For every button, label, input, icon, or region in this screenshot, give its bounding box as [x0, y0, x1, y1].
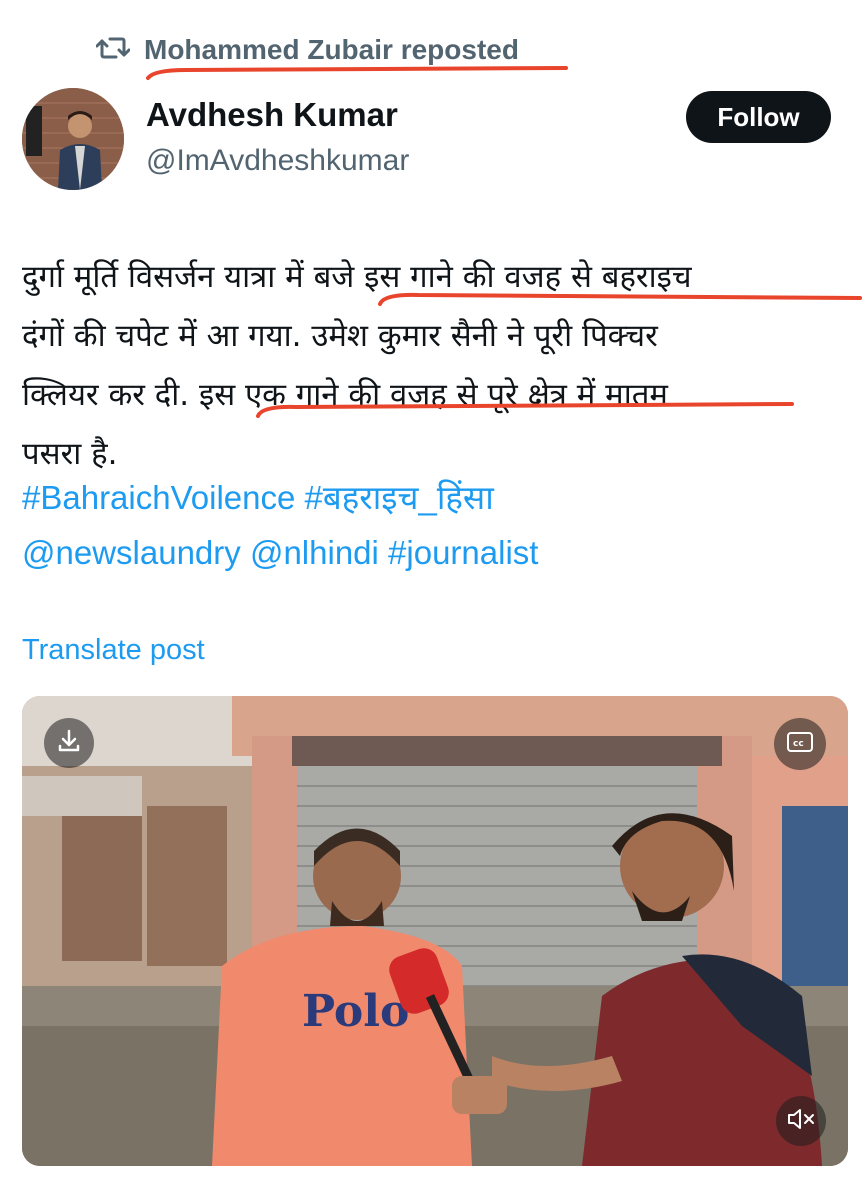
- mute-icon: [786, 1106, 816, 1136]
- red-underline: [146, 66, 568, 80]
- svg-text:cc: cc: [793, 739, 804, 749]
- mention-link[interactable]: @nlhindi: [250, 534, 379, 571]
- repost-icon: [95, 33, 131, 67]
- mention-link[interactable]: @newslaundry: [22, 534, 241, 571]
- follow-button[interactable]: Follow: [686, 91, 831, 143]
- shirt-logo-text: Polo: [302, 986, 409, 1037]
- author-name[interactable]: Avdhesh Kumar: [146, 96, 398, 134]
- author-handle[interactable]: @ImAvdheshkumar: [146, 144, 409, 178]
- cc-icon: cc: [786, 730, 814, 758]
- post-text: दुर्गा मूर्ति विसर्जन यात्रा में बजे इस …: [22, 248, 857, 484]
- post-line: दंगों की चपेट में आ गया. उमेश कुमार सैनी…: [22, 318, 658, 354]
- post-line: क्लियर कर दी. इस एक गाने की वज़ह से पूरे…: [22, 377, 668, 413]
- translate-post-link[interactable]: Translate post: [22, 634, 205, 667]
- hashtag-link[interactable]: #BahraichVoilence: [22, 479, 295, 516]
- video-frame: Polo: [22, 696, 848, 1166]
- hashtag-link[interactable]: #journalist: [388, 534, 538, 571]
- avatar[interactable]: [22, 88, 124, 190]
- download-icon: [55, 727, 83, 759]
- post-line: दुर्गा मूर्ति विसर्जन यात्रा में बजे इस …: [22, 259, 692, 295]
- mute-button[interactable]: [776, 1096, 826, 1146]
- video-player[interactable]: Polo: [22, 696, 848, 1166]
- hashtags: #BahraichVoilence #बहराइच_हिंसा @newslau…: [22, 470, 857, 580]
- hashtag-link[interactable]: #बहराइच_हिंसा: [305, 479, 494, 516]
- download-button[interactable]: [44, 718, 94, 768]
- captions-button[interactable]: cc: [774, 718, 826, 770]
